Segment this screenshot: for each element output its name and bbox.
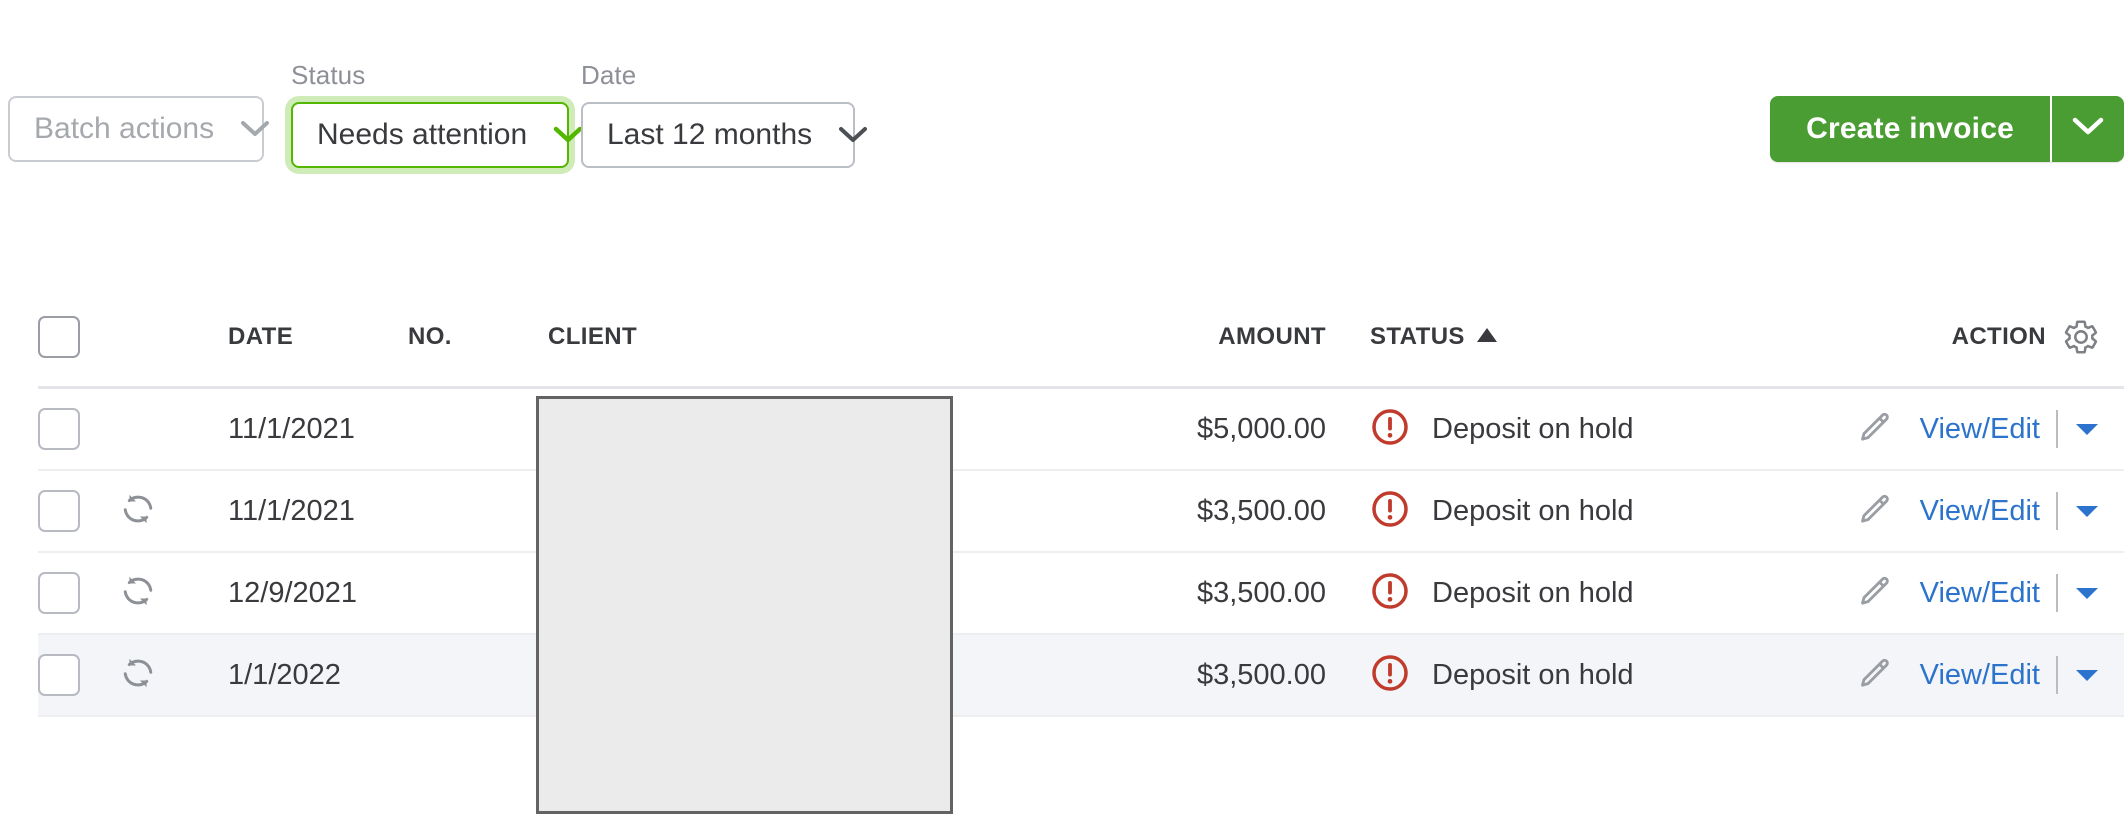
chevron-down-icon: [838, 126, 868, 144]
status-filter-group: Status Needs attention: [291, 60, 583, 168]
view-edit-link[interactable]: View/Edit: [1920, 495, 2040, 528]
action-dropdown-caret-icon[interactable]: [2074, 666, 2100, 684]
recurring-cell: [120, 573, 228, 614]
cell-date: 11/1/2021: [228, 412, 355, 445]
chevron-down-icon: [240, 120, 270, 138]
action-dropdown-caret-icon[interactable]: [2074, 584, 2100, 602]
status-label: Deposit on hold: [1432, 576, 1634, 609]
status-label: Deposit on hold: [1432, 494, 1634, 527]
alert-circle-icon: [1370, 571, 1410, 616]
row-select-checkbox[interactable]: [38, 490, 80, 532]
recurring-cell: [120, 491, 228, 532]
row-select-cell: [38, 654, 120, 696]
row-select-checkbox[interactable]: [38, 572, 80, 614]
cell-amount: $3,500.00: [1196, 494, 1326, 527]
column-header-action: ACTION: [1951, 323, 2046, 350]
batch-actions-button[interactable]: Batch actions: [8, 96, 270, 162]
column-header-amount[interactable]: AMOUNT: [1106, 323, 1332, 351]
select-all-checkbox[interactable]: [38, 316, 80, 358]
status-filter-dropdown[interactable]: Needs attention: [291, 102, 583, 168]
cell-date: 12/9/2021: [228, 576, 358, 609]
create-invoice-split-button: Create invoice: [1770, 96, 2124, 162]
action-divider: [2056, 656, 2058, 694]
filter-toolbar: Batch actions Status Needs attention Dat…: [0, 0, 2124, 232]
cell-amount: $5,000.00: [1196, 412, 1326, 445]
occluding-overlay-box: [536, 396, 953, 814]
row-select-checkbox[interactable]: [38, 654, 80, 696]
status-filter-value: Needs attention: [317, 118, 528, 151]
row-select-checkbox[interactable]: [38, 408, 80, 450]
action-divider: [2056, 410, 2058, 448]
date-filter-label: Date: [581, 60, 637, 90]
cell-action: View/Edit: [1800, 573, 2124, 613]
action-divider: [2056, 492, 2058, 530]
cell-date: 1/1/2022: [228, 658, 341, 691]
batch-actions-label: Batch actions: [34, 112, 215, 145]
recurring-icon[interactable]: [120, 655, 156, 696]
cell-status: Deposit on hold: [1332, 489, 1800, 534]
column-header-date[interactable]: DATE: [228, 323, 408, 351]
cell-action: View/Edit: [1800, 655, 2124, 695]
action-dropdown-caret-icon[interactable]: [2074, 502, 2100, 520]
alert-circle-icon: [1370, 653, 1410, 698]
alert-circle-icon: [1370, 489, 1410, 534]
pencil-icon[interactable]: [1854, 409, 1894, 449]
date-filter-value: Last 12 months: [607, 118, 813, 151]
pencil-icon[interactable]: [1854, 655, 1894, 695]
action-divider: [2056, 574, 2058, 612]
date-filter-dropdown[interactable]: Last 12 months: [581, 102, 868, 168]
status-label: Deposit on hold: [1432, 412, 1634, 445]
select-all-cell: [38, 316, 120, 358]
table-row[interactable]: 12/9/2021 $3,500.00 Deposit on hold View/Ed…: [38, 553, 2124, 635]
cell-action: View/Edit: [1800, 491, 2124, 531]
pencil-icon[interactable]: [1854, 491, 1894, 531]
view-edit-link[interactable]: View/Edit: [1920, 659, 2040, 692]
pencil-icon[interactable]: [1854, 573, 1894, 613]
cell-date: 11/1/2021: [228, 494, 355, 527]
invoice-table: DATE NO. CLIENT AMOUNT STATUS ACTION 11/…: [38, 288, 2124, 717]
status-filter-label: Status: [291, 60, 366, 90]
column-header-client[interactable]: CLIENT: [548, 323, 1106, 351]
table-header-row: DATE NO. CLIENT AMOUNT STATUS ACTION: [38, 288, 2124, 389]
column-header-no[interactable]: NO.: [408, 323, 548, 351]
column-header-status-cell: STATUS: [1332, 323, 1800, 351]
column-header-status[interactable]: STATUS: [1370, 323, 1465, 351]
create-invoice-button[interactable]: Create invoice: [1770, 96, 2050, 162]
column-header-action-cell: ACTION: [1800, 318, 2124, 356]
row-select-cell: [38, 490, 120, 532]
recurring-cell: [120, 655, 228, 696]
cell-status: Deposit on hold: [1332, 407, 1800, 452]
cell-amount: $3,500.00: [1196, 658, 1326, 691]
cell-status: Deposit on hold: [1332, 653, 1800, 698]
recurring-icon[interactable]: [120, 491, 156, 532]
table-row[interactable]: 1/1/2022 $3,500.00 Deposit on hold View/Edi…: [38, 635, 2124, 717]
view-edit-link[interactable]: View/Edit: [1920, 577, 2040, 610]
cell-amount: $3,500.00: [1196, 576, 1326, 609]
table-row[interactable]: 11/1/2021 $5,000.00 Deposit on hold View/Ed…: [38, 389, 2124, 471]
date-filter-group: Date Last 12 months: [581, 60, 868, 168]
cell-status: Deposit on hold: [1332, 571, 1800, 616]
batch-actions-group: Batch actions: [8, 96, 270, 162]
row-select-cell: [38, 572, 120, 614]
action-dropdown-caret-icon[interactable]: [2074, 420, 2100, 438]
gear-icon[interactable]: [2062, 318, 2100, 356]
row-select-cell: [38, 408, 120, 450]
chevron-down-icon: [553, 126, 583, 144]
view-edit-link[interactable]: View/Edit: [1920, 413, 2040, 446]
alert-circle-icon: [1370, 407, 1410, 452]
cell-action: View/Edit: [1800, 409, 2124, 449]
table-body: 11/1/2021 $5,000.00 Deposit on hold View/Ed…: [38, 389, 2124, 717]
chevron-down-icon: [2072, 117, 2104, 141]
recurring-icon[interactable]: [120, 573, 156, 614]
table-row[interactable]: 11/1/2021 $3,500.00 Deposit on hold View/Ed…: [38, 471, 2124, 553]
status-label: Deposit on hold: [1432, 658, 1634, 691]
create-invoice-dropdown-toggle[interactable]: [2052, 96, 2124, 162]
sort-ascending-icon: [1476, 328, 1497, 342]
